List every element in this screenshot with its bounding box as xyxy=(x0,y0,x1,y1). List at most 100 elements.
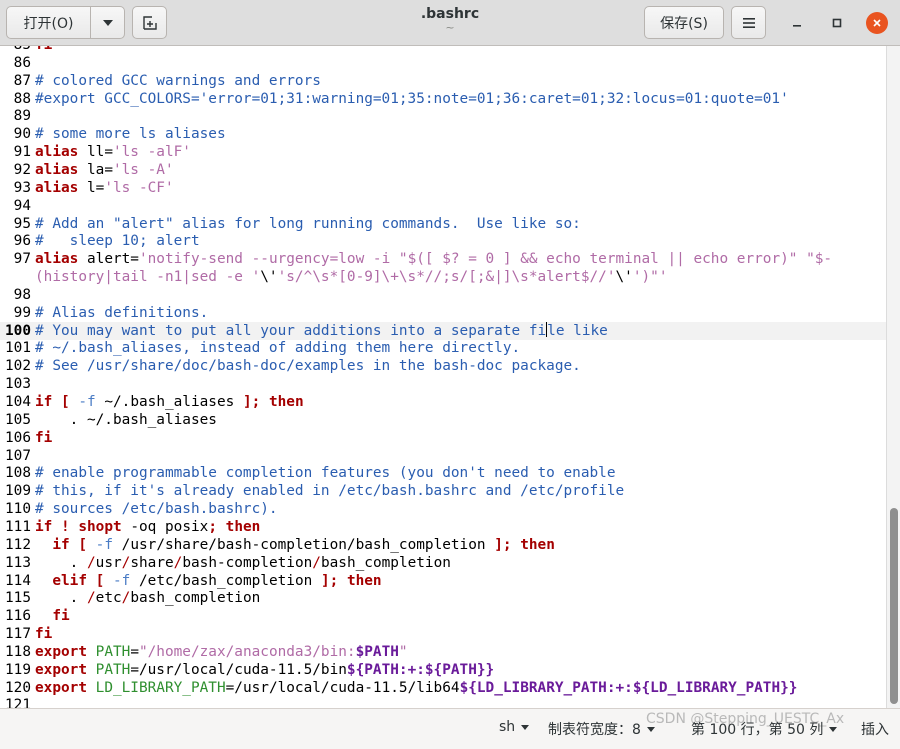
code-line[interactable]: (history|tail -n1|sed -e '\''s/^\s*[0-9]… xyxy=(0,268,886,286)
line-number: 86 xyxy=(13,54,31,71)
save-button[interactable]: 保存(S) xyxy=(644,6,724,39)
code-line[interactable]: 101 # ~/.bash_aliases, instead of adding … xyxy=(0,339,886,357)
code-line[interactable]: 102 # See /usr/share/doc/bash-doc/example… xyxy=(0,357,886,375)
code-line[interactable]: 105 . ~/.bash_aliases xyxy=(0,411,886,429)
maximize-button[interactable] xyxy=(826,12,848,34)
code-line[interactable]: 96 # sleep 10; alert xyxy=(0,232,886,250)
open-button-label: 打开(O) xyxy=(23,15,74,32)
code-line[interactable]: 110 # sources /etc/bash.bashrc). xyxy=(0,500,886,518)
code-token: /etc/bash_completion xyxy=(130,572,321,589)
code-token: ]; xyxy=(242,394,261,410)
code-token: / xyxy=(312,554,321,571)
line-number: 101 xyxy=(5,340,31,357)
code-token: ; xyxy=(208,518,217,535)
code-line[interactable]: 92 alias la='ls -A' xyxy=(0,161,886,179)
scrollbar-thumb[interactable] xyxy=(890,508,898,704)
code-line[interactable]: 106 fi xyxy=(0,429,886,447)
new-document-button[interactable] xyxy=(132,6,167,39)
code-line[interactable]: 98 xyxy=(0,286,886,304)
code-token: # sources /etc/bash.bashrc). xyxy=(35,501,278,518)
line-number: 121 xyxy=(5,697,31,708)
code-line[interactable]: 85 fi xyxy=(0,46,886,54)
code-line[interactable]: 121 xyxy=(0,696,886,708)
code-line[interactable]: 95 # Add an "alert" alias for long runnin… xyxy=(0,215,886,233)
code-line[interactable]: 120 export LD_LIBRARY_PATH=/usr/local/cud… xyxy=(0,679,886,697)
line-number: 120 xyxy=(5,679,31,696)
line-number: 115 xyxy=(5,590,31,607)
line-number: 95 xyxy=(13,215,31,232)
code-token: fi xyxy=(35,429,53,446)
code-text: export PATH="/home/zax/anaconda3/bin:$PA… xyxy=(35,643,408,661)
code-line[interactable]: 86 xyxy=(0,54,886,72)
close-button[interactable] xyxy=(866,12,888,34)
tab-width-selector[interactable]: 制表符宽度：8 xyxy=(548,719,655,739)
code-line[interactable]: 104 if [ -f ~/.bash_aliases ]; then xyxy=(0,393,886,411)
code-text: elif [ -f /etc/bash_completion ]; then xyxy=(35,572,381,590)
code-token: . xyxy=(35,590,87,607)
text-editor[interactable]: 85 fi 8687# colored GCC warnings and error… xyxy=(0,46,886,708)
code-line[interactable]: 94 xyxy=(0,197,886,215)
code-line[interactable]: 118 export PATH="/home/zax/anaconda3/bin:… xyxy=(0,643,886,661)
language-label: sh xyxy=(499,719,516,735)
code-line[interactable]: 109 # this, if it's already enabled in /e… xyxy=(0,482,886,500)
code-text: (history|tail -n1|sed -e '\''s/^\s*[0-9]… xyxy=(35,268,667,286)
code-token: -f xyxy=(113,572,131,589)
minimize-button[interactable] xyxy=(786,12,808,34)
code-line[interactable]: 100 # You may want to put all your additi… xyxy=(0,321,886,340)
code-line[interactable]: 87 # colored GCC warnings and errors xyxy=(0,72,886,90)
vertical-scrollbar[interactable] xyxy=(886,46,900,708)
code-token: ~/.bash_aliases xyxy=(95,394,243,410)
code-line[interactable]: 90 # some more ls aliases xyxy=(0,125,886,143)
code-line[interactable]: 89 xyxy=(0,107,886,125)
code-line[interactable]: 97 alias alert='notify-send --urgency=low… xyxy=(0,250,886,268)
chevron-down-icon xyxy=(521,724,530,730)
code-token: /usr/share/bash-completion/bash_completi… xyxy=(113,536,495,553)
code-token: / xyxy=(86,554,96,571)
code-token: fi xyxy=(52,608,70,625)
code-line[interactable]: 99 # Alias definitions. xyxy=(0,304,886,322)
code-token: ')"' xyxy=(632,269,668,286)
code-token: # Add an "alert" alias for long running … xyxy=(35,215,581,232)
code-line[interactable]: 111 if ! shopt -oq posix; then xyxy=(0,518,886,536)
code-line[interactable]: 108 # enable programmable completion feat… xyxy=(0,464,886,482)
code-line[interactable]: 93 alias l='ls -CF' xyxy=(0,179,886,197)
code-token: = xyxy=(130,643,139,660)
code-text: alias alert='notify-send --urgency=low -… xyxy=(35,250,832,268)
line-number: 97 xyxy=(13,251,31,268)
line-number: 102 xyxy=(5,358,31,375)
code-token: -f xyxy=(95,536,113,553)
language-selector[interactable]: sh xyxy=(499,719,530,735)
code-line[interactable]: 115 . /etc/bash_completion xyxy=(0,589,886,607)
code-token: if xyxy=(52,536,70,553)
code-line[interactable]: 119 export PATH=/usr/local/cuda-11.5/bin$… xyxy=(0,661,886,679)
code-line[interactable]: 103 xyxy=(0,375,886,393)
line-number: 105 xyxy=(5,411,31,428)
code-line[interactable]: 107 xyxy=(0,447,886,465)
code-text: if [ -f ~/.bash_aliases ]; then xyxy=(35,393,304,411)
chevron-down-icon xyxy=(829,726,838,732)
open-button[interactable]: 打开(O) xyxy=(6,6,91,39)
code-line[interactable]: 117 fi xyxy=(0,625,886,643)
open-recent-menu-button[interactable] xyxy=(90,6,125,39)
code-text: # enable programmable completion feature… xyxy=(35,464,615,482)
code-line[interactable]: 91 alias ll='ls -alF' xyxy=(0,143,886,161)
main-menu-button[interactable] xyxy=(731,6,766,39)
window-subtitle: ~ xyxy=(445,21,455,34)
code-line[interactable]: 114 elif [ -f /etc/bash_completion ]; th… xyxy=(0,572,886,590)
code-token: =/usr/local/cuda-11.5/lib64 xyxy=(225,679,460,696)
code-line[interactable]: 116 fi xyxy=(0,607,886,625)
code-line[interactable]: 113 . /usr/share/bash-completion/bash_co… xyxy=(0,554,886,572)
code-line[interactable]: 112 if [ -f /usr/share/bash-completion/b… xyxy=(0,536,886,554)
cursor-position-button[interactable]: 第 100 行，第 50 列 xyxy=(691,719,838,739)
code-token: ${LD_LIBRARY_PATH:+:${LD_LIBRARY_PATH}} xyxy=(459,679,798,696)
code-line[interactable]: 88 #export GCC_COLORS='error=01;31:warnin… xyxy=(0,90,886,108)
code-token: # this, if it's already enabled in /etc/… xyxy=(35,483,625,500)
code-token: export xyxy=(35,643,87,660)
